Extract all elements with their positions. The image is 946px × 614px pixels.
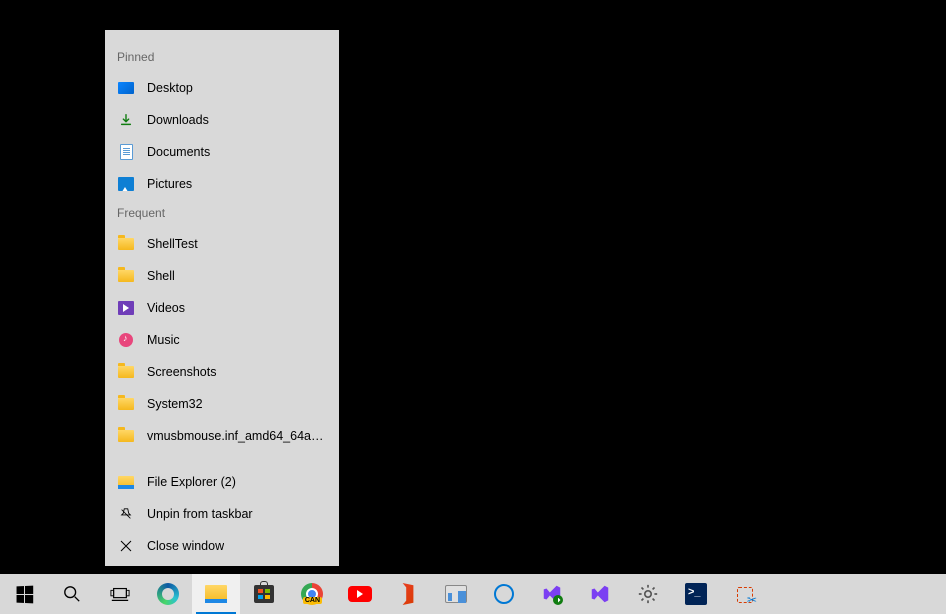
taskbar: CAN — [0, 574, 946, 614]
frequent-item-shelltest[interactable]: ShellTest — [105, 228, 339, 260]
taskbar-youtube[interactable] — [336, 574, 384, 614]
youtube-icon — [348, 582, 372, 606]
gear-icon — [636, 582, 660, 606]
frequent-item-label: vmusbmouse.inf_amd64_64ac7a0a... — [147, 429, 327, 443]
frequent-item-label: Music — [147, 333, 180, 347]
taskbar-chrome-canary[interactable]: CAN — [288, 574, 336, 614]
pinned-item-desktop[interactable]: Desktop — [105, 72, 339, 104]
folder-icon — [117, 427, 135, 445]
folder-icon — [117, 235, 135, 253]
file-explorer-jumplist: Pinned Desktop Downloads Documents Pictu… — [105, 30, 339, 566]
pinned-item-downloads[interactable]: Downloads — [105, 104, 339, 136]
jumplist-app-item[interactable]: File Explorer (2) — [105, 466, 339, 498]
search-button[interactable] — [48, 574, 96, 614]
frequent-item-shell[interactable]: Shell — [105, 260, 339, 292]
folder-icon — [117, 267, 135, 285]
edge-icon — [156, 582, 180, 606]
close-icon — [117, 537, 135, 555]
cortana-icon — [492, 582, 516, 606]
file-explorer-icon — [117, 473, 135, 491]
document-icon — [117, 143, 135, 161]
frequent-item-videos[interactable]: Videos — [105, 292, 339, 324]
taskbar-powershell[interactable] — [672, 574, 720, 614]
close-label: Close window — [147, 539, 224, 553]
separator — [105, 452, 339, 466]
pinned-section-header: Pinned — [105, 44, 339, 72]
pinned-item-label: Desktop — [147, 81, 193, 95]
frequent-item-label: ShellTest — [147, 237, 198, 251]
visual-studio-icon — [589, 583, 611, 605]
taskbar-visual-studio[interactable] — [576, 574, 624, 614]
unpin-icon — [117, 505, 135, 523]
steps-recorder-icon — [444, 582, 468, 606]
jumplist-app-label: File Explorer (2) — [147, 475, 236, 489]
desktop-icon — [117, 79, 135, 97]
start-button[interactable] — [0, 574, 48, 614]
powershell-icon — [684, 582, 708, 606]
taskbar-visual-studio-preview[interactable] — [528, 574, 576, 614]
download-icon — [117, 111, 135, 129]
pictures-icon — [117, 175, 135, 193]
frequent-item-label: Screenshots — [147, 365, 216, 379]
file-explorer-icon — [204, 582, 228, 606]
store-icon — [252, 582, 276, 606]
pinned-item-pictures[interactable]: Pictures — [105, 168, 339, 200]
unpin-from-taskbar-item[interactable]: Unpin from taskbar — [105, 498, 339, 530]
video-icon — [117, 299, 135, 317]
frequent-item-system32[interactable]: System32 — [105, 388, 339, 420]
search-icon — [60, 582, 84, 606]
frequent-item-screenshots[interactable]: Screenshots — [105, 356, 339, 388]
visual-studio-preview-icon — [541, 583, 563, 605]
pinned-item-label: Downloads — [147, 113, 209, 127]
taskbar-steps-recorder[interactable] — [432, 574, 480, 614]
taskbar-edge[interactable] — [144, 574, 192, 614]
task-view-icon — [108, 582, 132, 606]
music-icon — [117, 331, 135, 349]
task-view-button[interactable] — [96, 574, 144, 614]
taskbar-office[interactable] — [384, 574, 432, 614]
frequent-item-label: Shell — [147, 269, 175, 283]
frequent-item-vmusbmouse[interactable]: vmusbmouse.inf_amd64_64ac7a0a... — [105, 420, 339, 452]
pinned-item-label: Documents — [147, 145, 210, 159]
chrome-canary-icon: CAN — [300, 582, 324, 606]
frequent-item-label: System32 — [147, 397, 203, 411]
frequent-item-music[interactable]: Music — [105, 324, 339, 356]
unpin-label: Unpin from taskbar — [147, 507, 253, 521]
pinned-item-documents[interactable]: Documents — [105, 136, 339, 168]
taskbar-microsoft-store[interactable] — [240, 574, 288, 614]
taskbar-settings[interactable] — [624, 574, 672, 614]
folder-icon — [117, 363, 135, 381]
office-icon — [396, 582, 420, 606]
snipping-tool-icon — [732, 582, 756, 606]
windows-logo-icon — [12, 582, 36, 606]
close-window-item[interactable]: Close window — [105, 530, 339, 562]
folder-icon — [117, 395, 135, 413]
frequent-item-label: Videos — [147, 301, 185, 315]
pinned-item-label: Pictures — [147, 177, 192, 191]
taskbar-cortana[interactable] — [480, 574, 528, 614]
taskbar-file-explorer[interactable] — [192, 574, 240, 614]
frequent-section-header: Frequent — [105, 200, 339, 228]
taskbar-snipping-tool[interactable] — [720, 574, 768, 614]
